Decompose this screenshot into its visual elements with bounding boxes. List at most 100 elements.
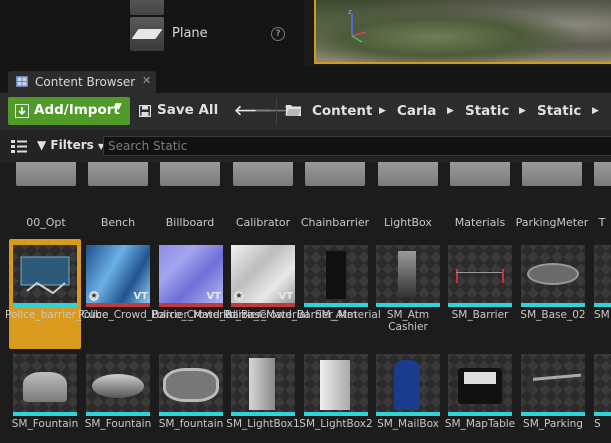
folder-tile[interactable]: LightBox [378,162,438,236]
asset-type-bar [448,412,512,416]
asset-label: SM_Atm Cashier [386,309,430,333]
asset-thumbnail [376,354,440,412]
content-browser-toolbar: Add/Import ▼ Save All 🡐 🡒 Content ▶ Carl… [0,93,611,130]
folder-tile[interactable]: Bench [88,162,148,236]
asset-label: SM_LightBox2 [299,418,373,430]
folder-tile[interactable]: ParkingMeter [516,162,588,236]
folder-tile[interactable]: Chainbarrier [301,162,369,236]
folder-icon [594,162,611,186]
lightbox-shape [320,360,350,410]
asset-thumbnail [594,354,611,412]
asset-type-bar [13,303,77,307]
add-import-button[interactable]: Add/Import ▼ [8,97,130,125]
folder-tile[interactable]: Billboard [160,162,220,236]
tab-bar: Content Browser ✕ [0,67,611,93]
asset-thumbnail [304,354,368,412]
asset-grid: 00_Opt Bench Billboard Calibrator Chainb… [0,162,611,443]
asset-label: SM_LightBox1 [226,418,300,430]
asset-badge: VT [206,291,221,302]
asset-thumbnail [376,245,440,303]
asset-label: SM [594,309,610,321]
barrier-post [502,269,504,283]
folder-tile[interactable]: Calibrator [233,162,293,236]
search-field[interactable] [103,136,611,156]
place-actors-panel: Plane ? [0,0,304,67]
search-input[interactable] [108,138,608,154]
barrier-chain [456,272,504,273]
svg-text:z: z [348,8,352,16]
barrier-icon [20,256,70,295]
asset-thumbnail [231,354,295,412]
save-all-button[interactable]: Save All [138,97,224,125]
help-icon[interactable]: ? [271,27,285,41]
breadcrumb-arrow-icon[interactable]: ▶ [519,106,526,116]
asset-thumbnail [448,354,512,412]
asset-type-bar [304,303,368,307]
asset-badge: VT [278,291,293,302]
breadcrumb-static[interactable]: Static [465,103,509,119]
asset-label: S [594,418,601,430]
breadcrumb-carla[interactable]: Carla [397,103,436,119]
star-icon: ★ [234,291,244,301]
folder-tile[interactable]: T [594,162,611,236]
filters-label: Filters [50,138,94,152]
parking-bar-shape [526,373,582,382]
tab-content-browser[interactable]: Content Browser ✕ [8,71,156,93]
sphere-thumbnail [130,0,164,15]
breadcrumb-arrow-icon[interactable]: ▶ [379,106,386,116]
toolbar-divider [276,98,277,124]
fountain-shape [23,372,67,402]
sources-panel-toggle-icon[interactable] [11,140,27,153]
breadcrumb-arrow-icon[interactable]: ▶ [592,106,599,116]
fountain-shape [92,374,144,398]
breadcrumb-static-current[interactable]: Static [537,103,581,119]
asset-label: SM_MapTable [444,418,516,430]
plane-thumbnail [130,17,164,51]
breadcrumb-content[interactable]: Content [312,103,372,119]
asset-label: Police_Crowd_Barrier_Material [223,309,381,321]
asset-thumbnail [521,354,585,412]
axis-gizmo-icon: z [348,8,367,43]
mailbox-shape [394,360,420,410]
asset-type-bar [594,303,611,307]
place-item-label: Plane [172,26,208,41]
asset-thumbnail [86,354,150,412]
asset-thumbnail [13,354,77,412]
parking-post-shape [527,376,533,392]
asset-thumbnail [159,354,223,412]
folder-tile[interactable]: Materials [450,162,510,236]
folder-icon [305,162,365,186]
asset-type-bar [231,303,295,307]
filter-bar: ▼ Filters ▼ [0,130,611,162]
asset-thumbnail [13,245,77,303]
asset-type-bar [159,303,223,307]
breadcrumb-arrow-icon[interactable]: ▶ [447,106,454,116]
asset-type-bar [159,412,223,416]
lightbox-shape [249,358,275,410]
level-viewport[interactable]: z [314,0,611,64]
asset-type-bar [376,412,440,416]
asset-type-bar [13,412,77,416]
asset-label: Police_Crowd_Barrier_Material_Base [78,309,267,321]
save-all-label: Save All [157,102,219,118]
asset-type-bar [448,303,512,307]
folder-icon [378,162,438,186]
asset-label: SM_Atm [314,309,358,321]
add-import-label: Add/Import [34,102,120,118]
star-icon: ★ [89,291,99,301]
filters-button[interactable]: ▼ Filters ▼ [37,138,104,152]
fountain-shape [163,368,219,402]
asset-label: SM_MailBox [377,418,439,430]
asset-thumbnail [304,245,368,303]
folder-icon[interactable] [286,104,301,116]
save-icon [139,105,151,117]
asset-label: SM_Fountain [11,418,79,430]
fountain-base-shape [527,263,579,285]
folder-tile[interactable]: 00_Opt [16,162,76,236]
tab-label: Content Browser [35,75,136,89]
asset-label: SM_Base_02 [520,309,586,321]
asset-type-bar [304,412,368,416]
place-item-plane[interactable]: Plane ? [122,15,302,55]
asset-label: SM_fountain [158,418,224,430]
close-icon[interactable]: ✕ [142,74,151,87]
